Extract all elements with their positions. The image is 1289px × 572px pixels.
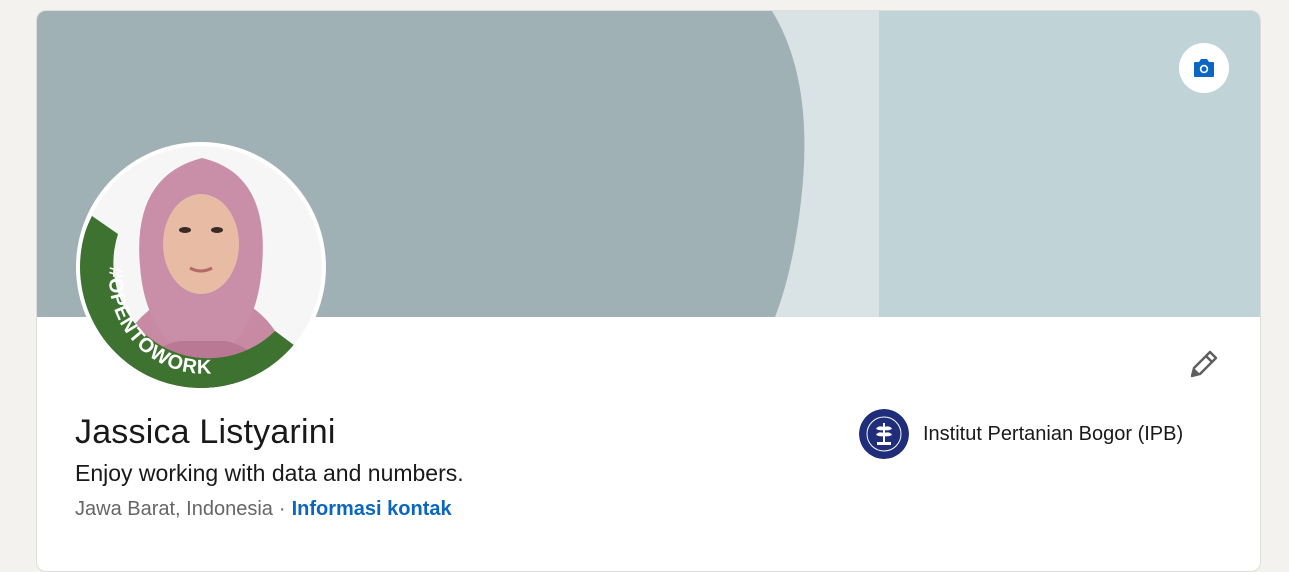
contact-info-link[interactable]: Informasi kontak	[292, 498, 452, 520]
edit-profile-button[interactable]	[1181, 343, 1225, 387]
camera-icon	[1194, 59, 1214, 77]
avatar-frame: #OPENTOWORK	[76, 142, 326, 392]
profile-name: Jassica Listyarini	[75, 413, 336, 451]
location-text: Jawa Barat, Indonesia	[75, 498, 273, 520]
education-link[interactable]: Institut Pertanian Bogor (IPB)	[859, 409, 1183, 459]
profile-headline: Enjoy working with data and numbers.	[75, 460, 464, 486]
education-school-name: Institut Pertanian Bogor (IPB)	[923, 422, 1184, 445]
profile-photo: #OPENTOWORK	[80, 146, 322, 388]
pencil-icon	[1190, 350, 1218, 378]
profile-card: #OPENTOWORK Jassica Listyarini Enjoy wor…	[36, 10, 1261, 572]
ipb-logo-icon	[859, 409, 909, 459]
avatar[interactable]: #OPENTOWORK	[80, 146, 322, 388]
location-row: Jawa Barat, Indonesia · Informasi kontak	[75, 498, 452, 521]
separator: ·	[278, 498, 286, 520]
edit-cover-button[interactable]	[1179, 43, 1229, 93]
